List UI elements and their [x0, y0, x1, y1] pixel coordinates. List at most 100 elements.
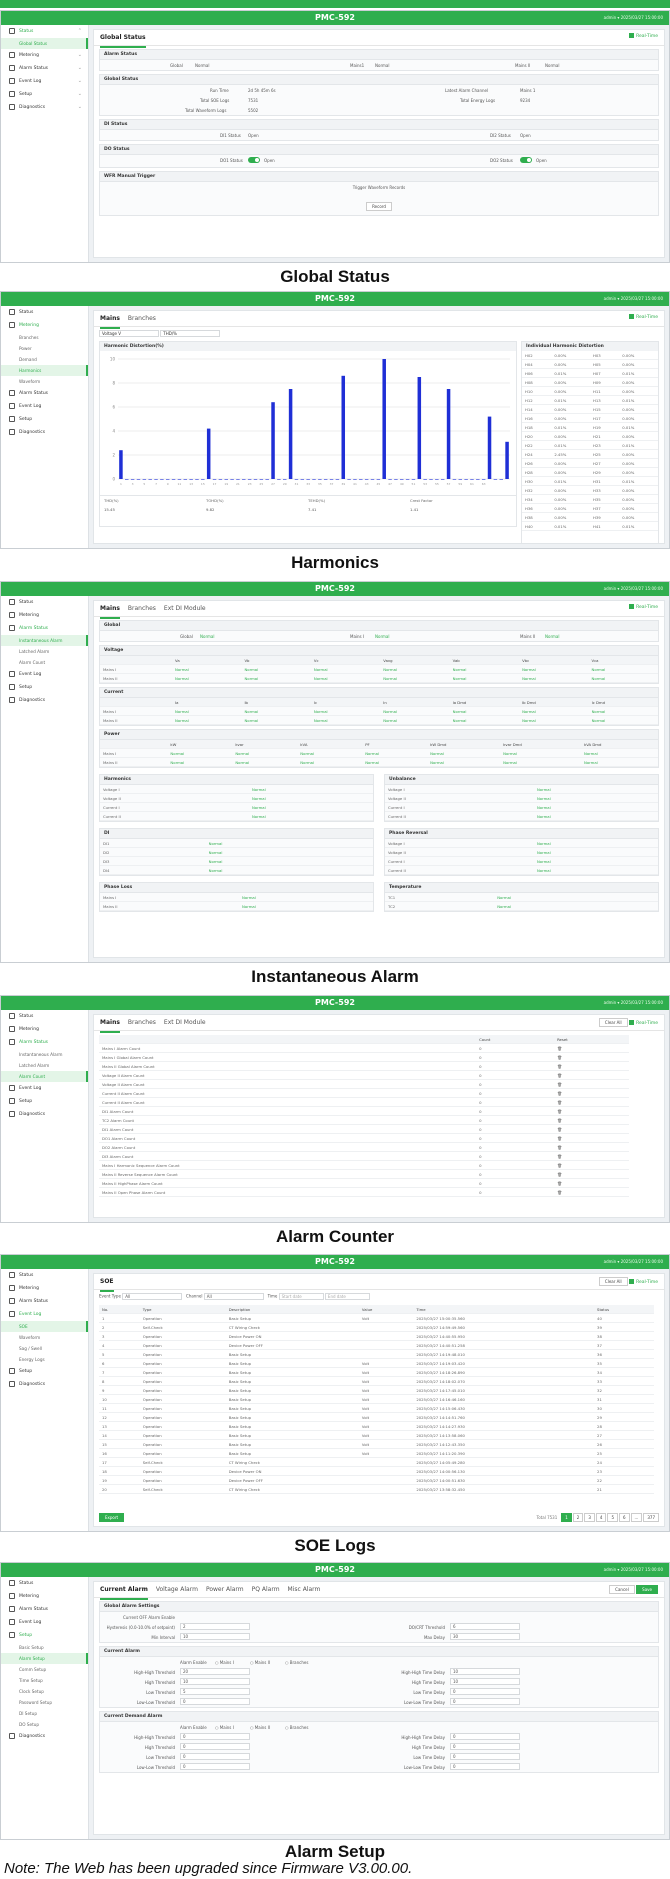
threshold-input[interactable]: 0 [180, 1743, 250, 1750]
sidebar-item-comm-setup[interactable]: Comm Setup [1, 1664, 88, 1675]
enable-option[interactable]: ○ Mains I [215, 1725, 234, 1730]
sidebar-item-setup[interactable]: Setup ⌄ [1, 88, 88, 101]
trash-icon[interactable]: 🗑 [557, 1145, 562, 1150]
sidebar-item-sag-swell[interactable]: Sag / Swell [1, 1343, 88, 1354]
sidebar-item-alarm-count[interactable]: Alarm Count [1, 657, 88, 668]
enable-option[interactable]: ○ Mains I [215, 1660, 234, 1665]
do1-toggle[interactable] [248, 157, 260, 163]
sidebar-item-branches[interactable]: Branches [1, 332, 88, 343]
delay-input[interactable]: 0 [450, 1763, 520, 1770]
sidebar-item-diagnostics[interactable]: Diagnostics [1, 1108, 88, 1121]
trash-icon[interactable]: 🗑 [557, 1100, 562, 1105]
delay-input[interactable]: 0 [450, 1688, 520, 1695]
delay-input[interactable]: 30 [450, 1633, 520, 1640]
sidebar-item-latched-alarm[interactable]: Latched Alarm [1, 646, 88, 657]
sidebar-item-event-log[interactable]: Event Log [1, 1616, 88, 1629]
tab-mains[interactable]: Mains [100, 601, 120, 619]
threshold-input[interactable]: 0 [180, 1763, 250, 1770]
table-row[interactable]: 14 Operation Basic Setup Volt 2025/03/27 14:… [99, 1430, 654, 1440]
table-row[interactable]: 17 Self-Check CT Wiring Check 2025/03/27 14… [99, 1457, 654, 1467]
user-clock[interactable]: admin ▾ 2025/03/27 15:00:00 [604, 1563, 663, 1577]
table-row[interactable]: 3 Operation Device Power ON 2025/03/27 14:4… [99, 1331, 654, 1341]
trash-icon[interactable]: 🗑 [557, 1136, 562, 1141]
cancel-button[interactable]: Cancel [609, 1585, 635, 1594]
threshold-input[interactable]: 2 [180, 1623, 250, 1630]
sidebar-item-setup[interactable]: Setup [1, 413, 88, 426]
user-clock[interactable]: admin ▾ 2025/03/27 15:00:00 [604, 582, 663, 596]
sidebar-item-waveform[interactable]: Waveform [1, 1332, 88, 1343]
realtime-toggle[interactable]: Real-Time [629, 314, 658, 320]
thd-select[interactable]: THD/% [160, 330, 221, 337]
threshold-input[interactable]: 0 [180, 1753, 250, 1760]
sidebar-item-alarm-status[interactable]: Alarm Status [1, 1295, 88, 1308]
sidebar-item-do-setup[interactable]: DO Setup [1, 1719, 88, 1730]
tab-global-status[interactable]: Global Status [100, 30, 146, 48]
sidebar-item-energy-logs[interactable]: Energy Logs [1, 1354, 88, 1365]
enable-option[interactable]: ○ Branches [285, 1725, 308, 1730]
tab-voltage-alarm[interactable]: Voltage Alarm [156, 1582, 198, 1598]
table-row[interactable]: 16 Operation Basic Setup Volt 2025/03/27 14:… [99, 1448, 654, 1458]
trash-icon[interactable]: 🗑 [557, 1190, 562, 1195]
sidebar-item-soe[interactable]: SOE [1, 1321, 88, 1332]
do2-toggle[interactable] [520, 157, 532, 163]
table-row[interactable]: 7 Operation Basic Setup Volt 2025/03/27 14:1… [99, 1367, 654, 1377]
delay-input[interactable]: 10 [450, 1668, 520, 1675]
realtime-toggle[interactable]: Real-Time [629, 1279, 658, 1285]
tab-power-alarm[interactable]: Power Alarm [206, 1582, 244, 1598]
tab-ext-di-module[interactable]: Ext DI Module [164, 1015, 206, 1031]
sidebar-item-time-setup[interactable]: Time Setup [1, 1675, 88, 1686]
page-button[interactable]: 1 [561, 1513, 572, 1522]
record-button[interactable]: Record [366, 202, 392, 211]
threshold-input[interactable]: 5 [180, 1688, 250, 1695]
table-row[interactable]: 4 Operation Device Power OFF 2025/03/27 14:… [99, 1340, 654, 1350]
sidebar-item-waveform[interactable]: Waveform [1, 376, 88, 387]
sidebar-item-setup[interactable]: Setup [1, 1095, 88, 1108]
sidebar-item-instantaneous-alarm[interactable]: Instantaneous Alarm [1, 635, 88, 646]
sidebar-item-global-status[interactable]: Global Status [1, 38, 88, 49]
sidebar-item-metering[interactable]: Metering [1, 1282, 88, 1295]
table-row[interactable]: 8 Operation Basic Setup Volt 2025/03/27 14:1… [99, 1376, 654, 1386]
realtime-toggle[interactable]: Real-Time [629, 33, 658, 39]
sidebar-item-event-log[interactable]: Event Log [1, 1308, 88, 1321]
sidebar-item-metering[interactable]: Metering [1, 609, 88, 622]
realtime-toggle[interactable]: Real-Time [629, 604, 658, 610]
table-row[interactable]: 13 Operation Basic Setup Volt 2025/03/27 14:… [99, 1421, 654, 1431]
tab-pq-alarm[interactable]: PQ Alarm [252, 1582, 280, 1598]
table-row[interactable]: 2 Self-Check CT Wiring Check 2025/03/27 14:… [99, 1322, 654, 1332]
page-button[interactable]: ... [630, 1513, 643, 1522]
realtime-toggle[interactable]: Real-Time [629, 1020, 658, 1026]
tab-mains[interactable]: Mains [100, 1015, 120, 1033]
delay-input[interactable]: 0 [450, 1698, 520, 1705]
sidebar-item-alarm-status[interactable]: Alarm Status [1, 387, 88, 400]
trash-icon[interactable]: 🗑 [557, 1181, 562, 1186]
table-row[interactable]: 15 Operation Basic Setup Volt 2025/03/27 14:… [99, 1439, 654, 1449]
sidebar-item-di-setup[interactable]: DI Setup [1, 1708, 88, 1719]
channel-select[interactable]: All [203, 1293, 264, 1300]
sidebar-item-event-log[interactable]: Event Log [1, 400, 88, 413]
sidebar-item-alarm-status[interactable]: Alarm Status [1, 1603, 88, 1616]
sidebar-item-metering[interactable]: Metering [1, 1023, 88, 1036]
page-button[interactable]: 377 [643, 1513, 659, 1522]
trash-icon[interactable]: 🗑 [557, 1109, 562, 1114]
trash-icon[interactable]: 🗑 [557, 1064, 562, 1069]
trash-icon[interactable]: 🗑 [557, 1091, 562, 1096]
sidebar-item-alarm-count[interactable]: Alarm Count [1, 1071, 88, 1082]
sidebar-item-instantaneous-alarm[interactable]: Instantaneous Alarm [1, 1049, 88, 1060]
sidebar-item-status[interactable]: Status [1, 306, 88, 319]
event-type-select[interactable]: All [122, 1293, 183, 1300]
sidebar-item-diagnostics[interactable]: Diagnostics [1, 1378, 88, 1391]
threshold-input[interactable]: 10 [180, 1678, 250, 1685]
table-row[interactable]: 12 Operation Basic Setup Volt 2025/03/27 14:… [99, 1412, 654, 1422]
table-row[interactable]: 6 Operation Basic Setup Volt 2025/03/27 14:1… [99, 1358, 654, 1368]
sidebar-item-metering[interactable]: Metering [1, 319, 88, 332]
sidebar-item-diagnostics[interactable]: Diagnostics [1, 1730, 88, 1743]
page-button[interactable]: 6 [618, 1513, 630, 1522]
sidebar-item-status[interactable]: Status [1, 596, 88, 609]
clear-all-button[interactable]: Clear All [598, 1277, 628, 1286]
threshold-input[interactable]: 0 [180, 1698, 250, 1705]
enable-option[interactable]: ○ Mains II [250, 1725, 270, 1730]
trash-icon[interactable]: 🗑 [557, 1082, 562, 1087]
sidebar-item-latched-alarm[interactable]: Latched Alarm [1, 1060, 88, 1071]
user-clock[interactable]: admin ▾ 2025/03/27 15:00:00 [604, 1255, 663, 1269]
table-row[interactable]: 19 Operation Device Power OFF 2025/03/27 14… [99, 1475, 654, 1485]
